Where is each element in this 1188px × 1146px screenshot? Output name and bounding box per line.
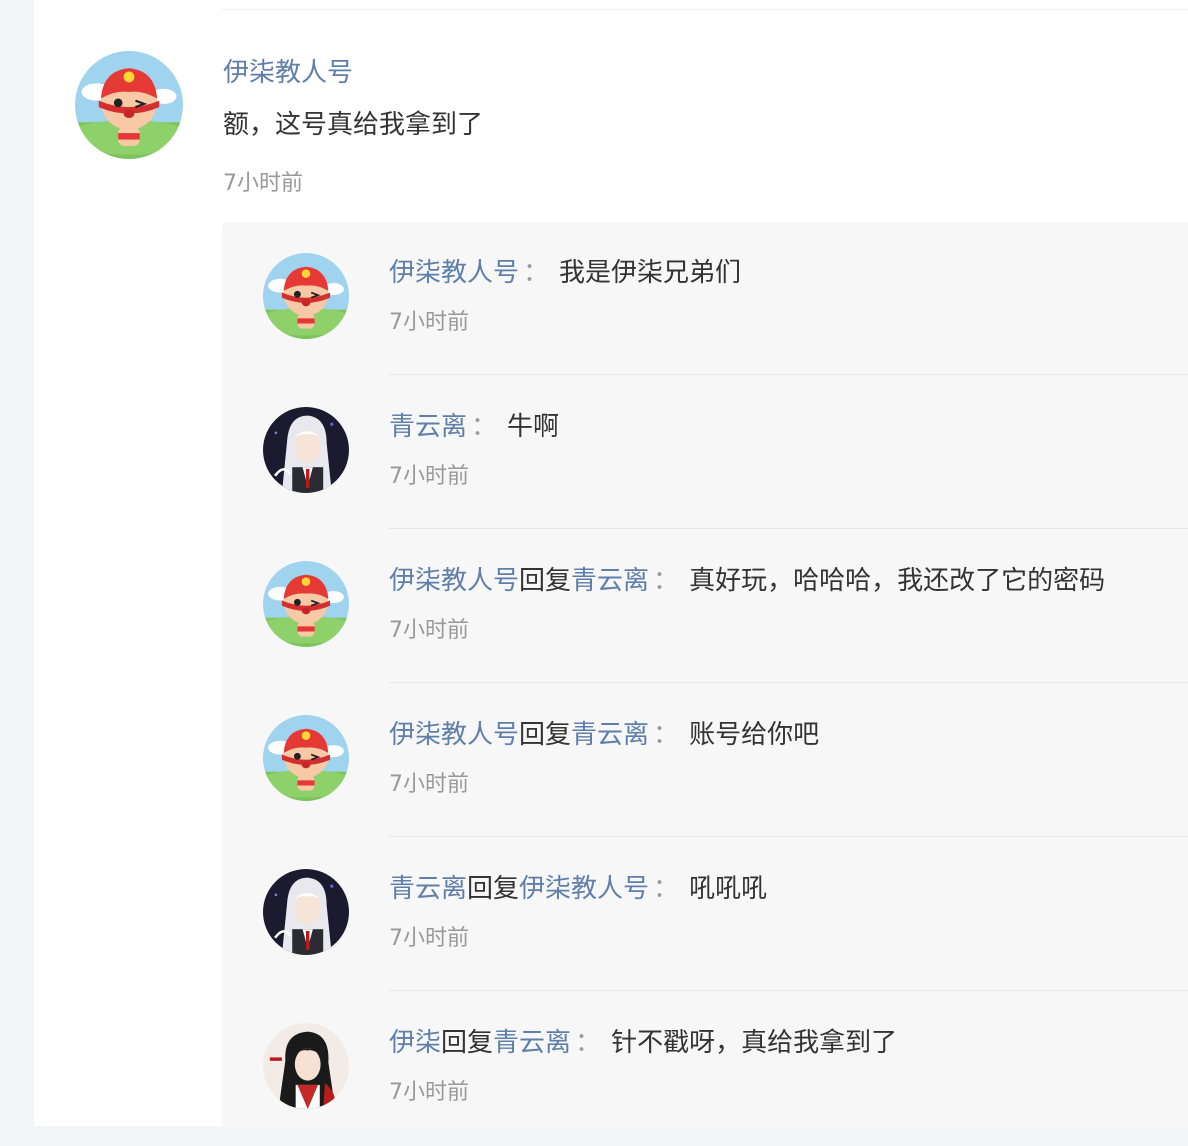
- reply-item: 伊柒教人号： 我是伊柒兄弟们 7小时前: [222, 222, 1188, 376]
- reply-author-name[interactable]: 伊柒教人号: [389, 258, 519, 288]
- reply-item: 青云离回复伊柒教人号： 吼吼吼 7小时前: [222, 838, 1188, 992]
- reply-text-line: 伊柒教人号： 我是伊柒兄弟们: [389, 256, 741, 290]
- reply-label: 回复: [519, 720, 572, 750]
- reply-separator: ：: [653, 566, 680, 596]
- red-hat-mascot-avatar-icon: [263, 253, 349, 339]
- reply-text-line: 青云离： 牛啊: [389, 410, 559, 444]
- red-hat-mascot-avatar-icon: [75, 51, 183, 159]
- dark-hair-anime-avatar-icon: [263, 1023, 349, 1109]
- reply-time: 7小时前: [389, 310, 469, 335]
- comment-time: 7小时前: [223, 171, 303, 196]
- reply-divider: [389, 836, 1188, 837]
- reply-content: 针不戳呀，真给我拿到了: [611, 1028, 898, 1058]
- white-hair-anime-avatar-icon: [263, 869, 349, 955]
- reply-author-name[interactable]: 伊柒教人号: [389, 566, 519, 596]
- reply-item: 伊柒教人号回复青云离： 真好玩，哈哈哈，我还改了它的密码 7小时前: [222, 530, 1188, 684]
- reply-content: 真好玩，哈哈哈，我还改了它的密码: [689, 566, 1106, 596]
- reply-item: 伊柒教人号回复青云离： 账号给你吧 7小时前: [222, 684, 1188, 838]
- red-hat-mascot-avatar-icon: [263, 561, 349, 647]
- reply-item: 青云离： 牛啊 7小时前: [222, 376, 1188, 530]
- reply-time: 7小时前: [389, 464, 469, 489]
- reply-time: 7小时前: [389, 1080, 469, 1105]
- reply-time: 7小时前: [389, 618, 469, 643]
- reply-time: 7小时前: [389, 926, 469, 951]
- reply-separator: ：: [653, 720, 680, 750]
- reply-content: 吼吼吼: [689, 874, 768, 904]
- reply-separator: ：: [471, 412, 498, 442]
- reply-avatar[interactable]: [263, 869, 349, 955]
- reply-avatar[interactable]: [263, 407, 349, 493]
- reply-avatar[interactable]: [263, 715, 349, 801]
- reply-separator: ：: [523, 258, 550, 288]
- reply-author-name[interactable]: 伊柒: [389, 1028, 441, 1058]
- reply-author-name[interactable]: 伊柒教人号: [389, 720, 519, 750]
- reply-separator: ：: [653, 874, 680, 904]
- reply-label: 回复: [441, 1028, 494, 1058]
- reply-content: 牛啊: [507, 412, 560, 442]
- reply-author-name[interactable]: 青云离: [389, 874, 467, 904]
- red-hat-mascot-avatar-icon: [263, 715, 349, 801]
- reply-text-line: 伊柒教人号回复青云离： 真好玩，哈哈哈，我还改了它的密码: [389, 564, 1105, 598]
- reply-avatar[interactable]: [263, 253, 349, 339]
- reply-separator: ：: [575, 1028, 602, 1058]
- reply-author-name[interactable]: 青云离: [389, 412, 467, 442]
- reply-label: 回复: [519, 566, 572, 596]
- reply-divider: [389, 990, 1188, 991]
- reply-target-name[interactable]: 青云离: [493, 1028, 571, 1058]
- reply-content: 我是伊柒兄弟们: [559, 258, 742, 288]
- reply-item: 伊柒回复青云离： 针不戳呀，真给我拿到了 7小时前: [222, 992, 1188, 1146]
- reply-time: 7小时前: [389, 772, 469, 797]
- reply-target-name[interactable]: 伊柒教人号: [519, 874, 649, 904]
- reply-target-name[interactable]: 青云离: [571, 566, 649, 596]
- top-divider: [222, 9, 1188, 10]
- comment-author-avatar[interactable]: [75, 51, 183, 159]
- reply-divider: [389, 374, 1188, 375]
- reply-avatar[interactable]: [263, 1023, 349, 1109]
- reply-avatar[interactable]: [263, 561, 349, 647]
- reply-target-name[interactable]: 青云离: [571, 720, 649, 750]
- white-hair-anime-avatar-icon: [263, 407, 349, 493]
- reply-divider: [389, 528, 1188, 529]
- reply-divider: [389, 682, 1188, 683]
- reply-label: 回复: [467, 874, 520, 904]
- reply-text-line: 伊柒回复青云离： 针不戳呀，真给我拿到了: [389, 1026, 897, 1060]
- comment-content: 额，这号真给我拿到了: [223, 110, 484, 140]
- reply-content: 账号给你吧: [689, 720, 820, 750]
- reply-text-line: 伊柒教人号回复青云离： 账号给你吧: [389, 718, 819, 752]
- comment-author-name[interactable]: 伊柒教人号: [223, 56, 353, 90]
- reply-list: 伊柒教人号：我是伊柒兄弟们 7小时前 青云离：牛啊 7小时前 伊柒教人号回复青云…: [222, 222, 1188, 1126]
- reply-text-line: 青云离回复伊柒教人号： 吼吼吼: [389, 872, 767, 906]
